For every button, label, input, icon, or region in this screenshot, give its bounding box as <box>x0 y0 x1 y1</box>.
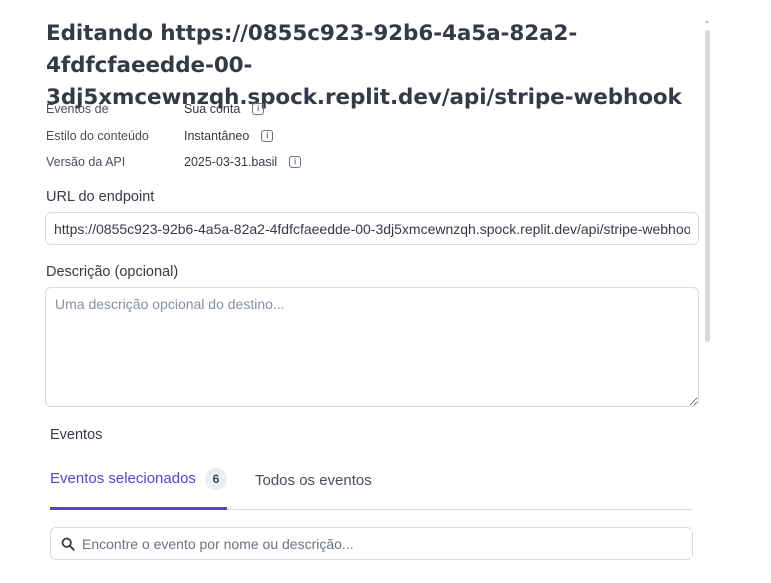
meta-row-content-style: Estilo do conteúdo Instantâneo i <box>46 123 446 150</box>
events-heading: Eventos <box>50 427 103 443</box>
tab-label: Todos os eventos <box>255 471 372 489</box>
info-icon[interactable]: i <box>261 129 274 142</box>
tab-label: Eventos selecionados <box>50 470 196 487</box>
info-icon[interactable]: i <box>252 103 265 116</box>
meta-label: Estilo do conteúdo <box>46 128 149 143</box>
meta-label: Eventos de <box>46 102 109 117</box>
description-textarea[interactable] <box>45 287 699 407</box>
events-tabs: Eventos selecionados 6 Todos os eventos <box>50 462 693 510</box>
scroll-up-arrow-icon[interactable]: ▲ <box>704 19 710 25</box>
meta-value: 2025-03-31.basil <box>184 155 278 170</box>
tab-selected-events[interactable]: Eventos selecionados 6 <box>50 462 227 510</box>
description-label: Descrição (opcional) <box>46 264 179 280</box>
endpoint-url-input[interactable] <box>45 212 699 245</box>
meta-label: Versão da API <box>46 155 126 170</box>
meta-value: Instantâneo <box>184 128 250 143</box>
meta-value: Sua conta <box>184 102 241 117</box>
endpoint-meta: Eventos de Sua conta i Estilo do conteúd… <box>46 96 446 176</box>
event-search-input[interactable] <box>82 529 692 558</box>
tab-all-events[interactable]: Todos os eventos <box>255 462 372 510</box>
event-search-box[interactable] <box>50 527 693 560</box>
search-icon <box>61 537 75 551</box>
meta-row-api-version: Versão da API 2025-03-31.basil i <box>46 149 446 176</box>
count-badge: 6 <box>204 467 227 490</box>
info-icon[interactable]: i <box>289 156 302 169</box>
endpoint-url-label: URL do endpoint <box>46 189 155 205</box>
scrollbar-thumb[interactable] <box>705 30 710 342</box>
meta-row-events-from: Eventos de Sua conta i <box>46 96 446 123</box>
